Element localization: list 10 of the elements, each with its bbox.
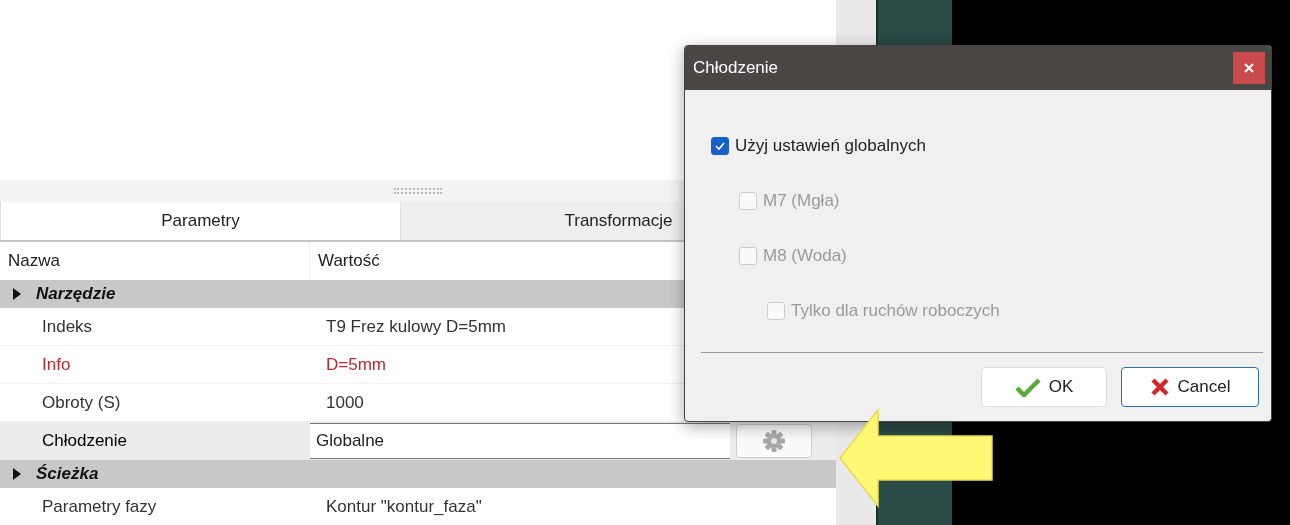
group-label: Ścieżka	[36, 464, 99, 484]
property-name: Info	[0, 346, 310, 384]
property-name: Indeks	[0, 308, 310, 346]
property-name: Parametry fazy	[0, 488, 310, 525]
property-value: Kontur "kontur_faza"	[310, 488, 830, 525]
property-name: Chłodzenie	[41, 430, 129, 452]
dialog-title: Chłodzenie	[693, 58, 779, 78]
column-header: Nazwa	[8, 251, 60, 271]
column-header: Wartość	[318, 251, 380, 271]
group-label: Narzędzie	[36, 284, 116, 304]
